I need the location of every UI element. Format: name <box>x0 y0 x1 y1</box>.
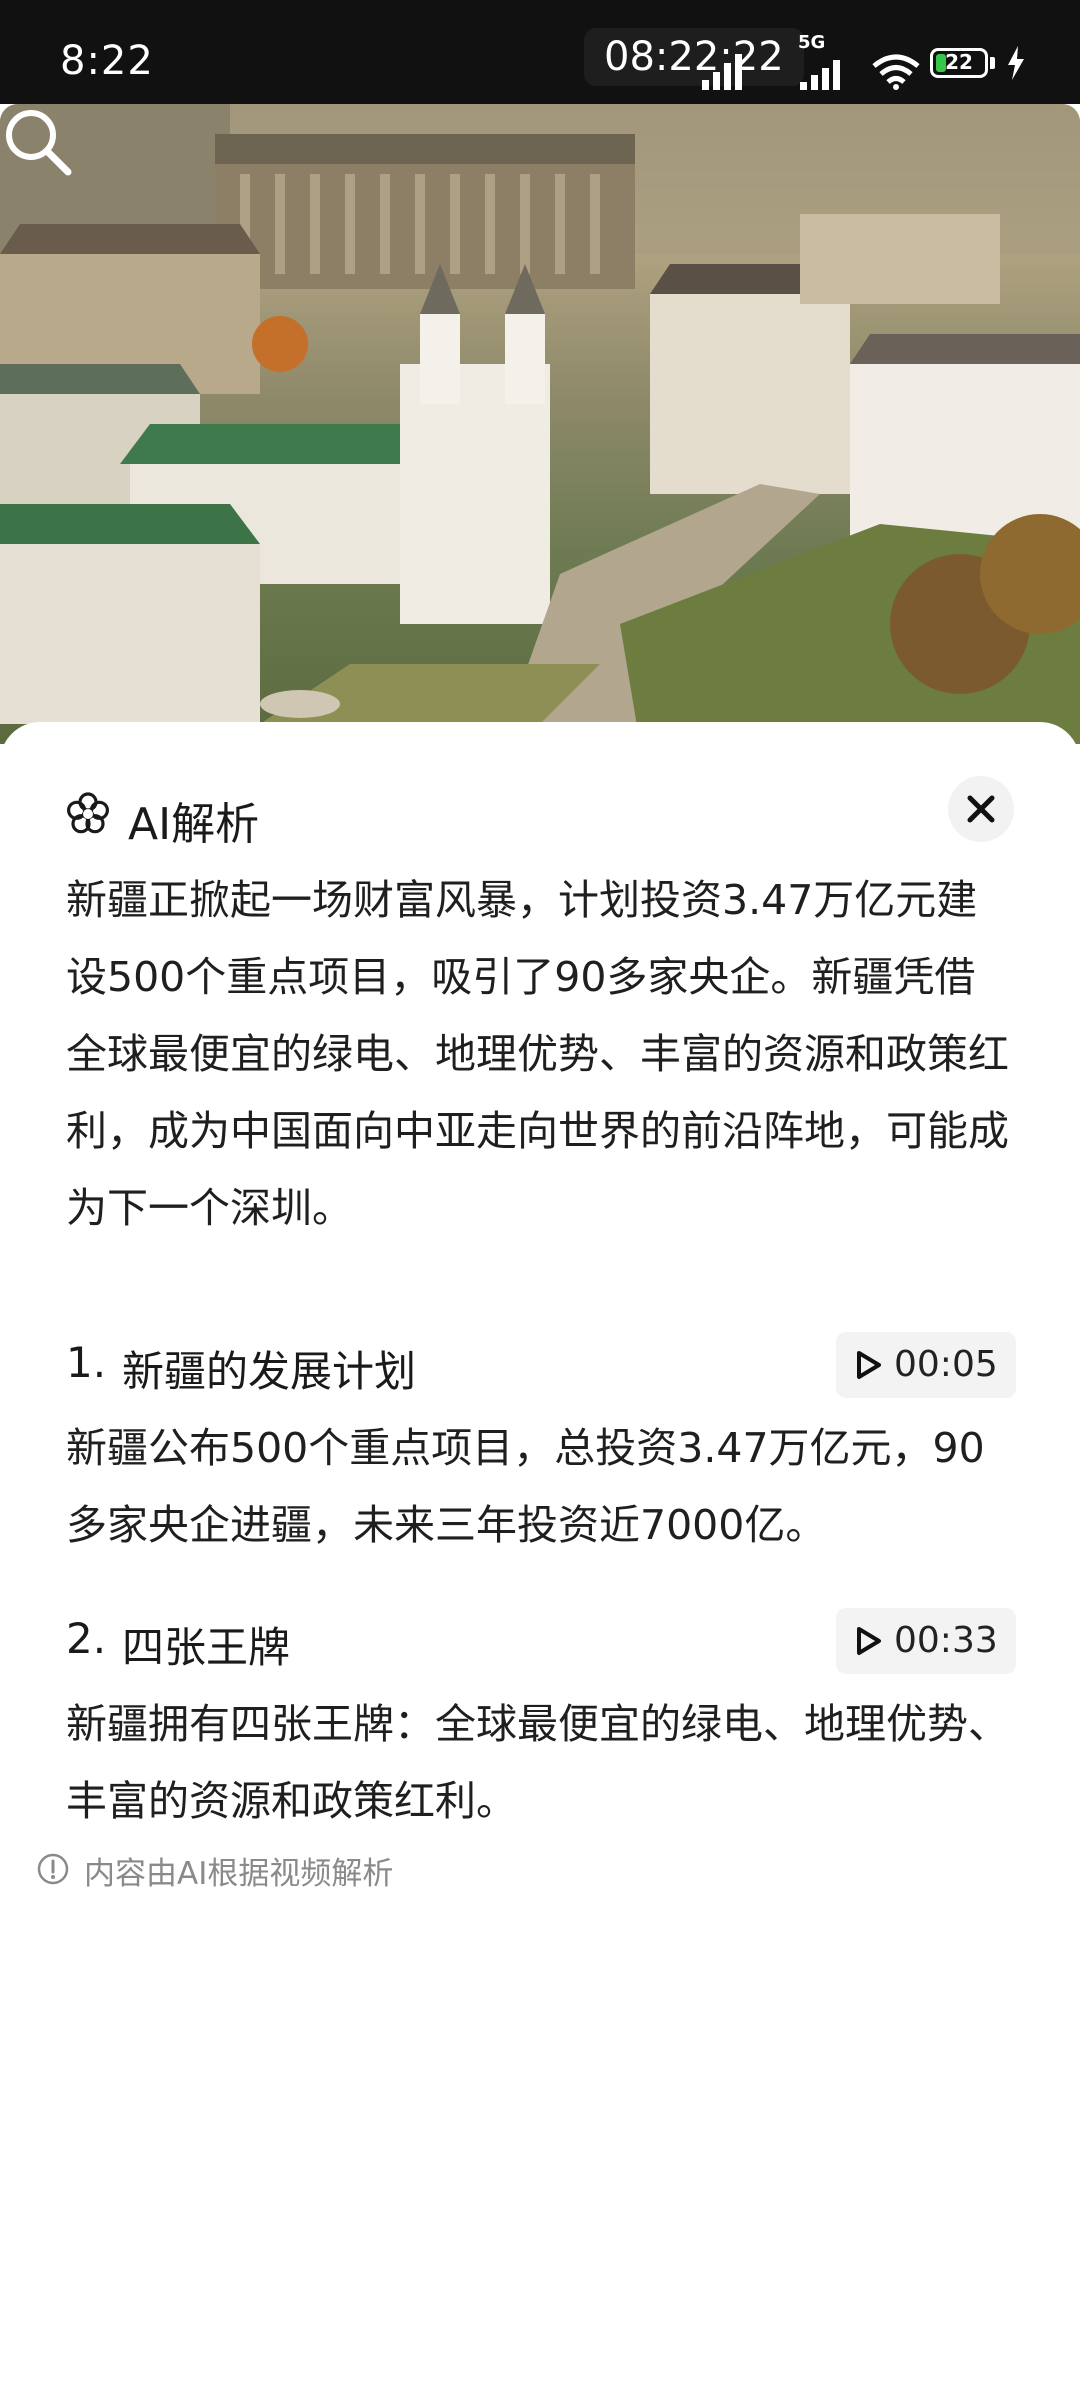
play-icon <box>857 1627 881 1655</box>
status-bar: 8:22 08:22:22 5G 22 <box>0 0 1080 104</box>
network-type-label: 5G <box>798 32 826 53</box>
video-thumbnail[interactable] <box>0 104 1080 744</box>
timestamp-label: 00:05 <box>894 1344 998 1385</box>
play-icon <box>857 1351 881 1379</box>
wifi-icon <box>872 54 920 90</box>
section-body: 新疆公布500个重点项目，总投资3.47万亿元，90多家央企进疆，未来三年投资近… <box>66 1424 985 1549</box>
summary-text: 新疆正掀起一场财富风暴，计划投资3.47万亿元建设500个重点项目，吸引了90多… <box>66 876 1009 1232</box>
section-body: 新疆拥有四张王牌：全球最便宜的绿电、地理优势、丰富的资源和政策红利。 <box>66 1700 1009 1825</box>
ai-flower-icon <box>67 792 110 834</box>
status-time: 8:22 <box>60 38 154 84</box>
disclaimer-text: 内容由AI根据视频解析 <box>84 1856 394 1892</box>
section-number: 1. <box>66 1338 107 1387</box>
signal-5g-icon <box>800 60 840 90</box>
battery-icon: 22 <box>930 48 988 78</box>
battery-level: 22 <box>945 50 973 74</box>
section-header: 2. 四张王牌 00:33 <box>66 1608 1016 1674</box>
search-icon[interactable] <box>0 104 74 178</box>
timestamp-label: 00:33 <box>894 1620 998 1661</box>
signal-icon <box>702 54 742 90</box>
section-title: 新疆的发展计划 <box>122 1347 417 1396</box>
section-header: 1. 新疆的发展计划 00:05 <box>66 1332 1016 1398</box>
section-number: 2. <box>66 1614 107 1663</box>
charging-icon <box>1008 46 1024 80</box>
ai-analysis-sheet: AI解析 新疆正掀起一场财富风暴，计划投资3.47万亿元建设500个重点项目，吸… <box>0 722 1080 2400</box>
battery-tip <box>990 57 995 69</box>
sheet-title: AI解析 <box>128 799 260 850</box>
play-timestamp-button[interactable]: 00:05 <box>836 1332 1016 1398</box>
info-icon <box>37 1853 69 1885</box>
section-title: 四张王牌 <box>122 1623 291 1672</box>
city-scene-image <box>0 104 1080 744</box>
center-clock: 08:22:22 <box>584 28 804 86</box>
play-timestamp-button[interactable]: 00:33 <box>836 1608 1016 1674</box>
close-button[interactable] <box>948 776 1014 842</box>
close-icon <box>967 795 995 823</box>
